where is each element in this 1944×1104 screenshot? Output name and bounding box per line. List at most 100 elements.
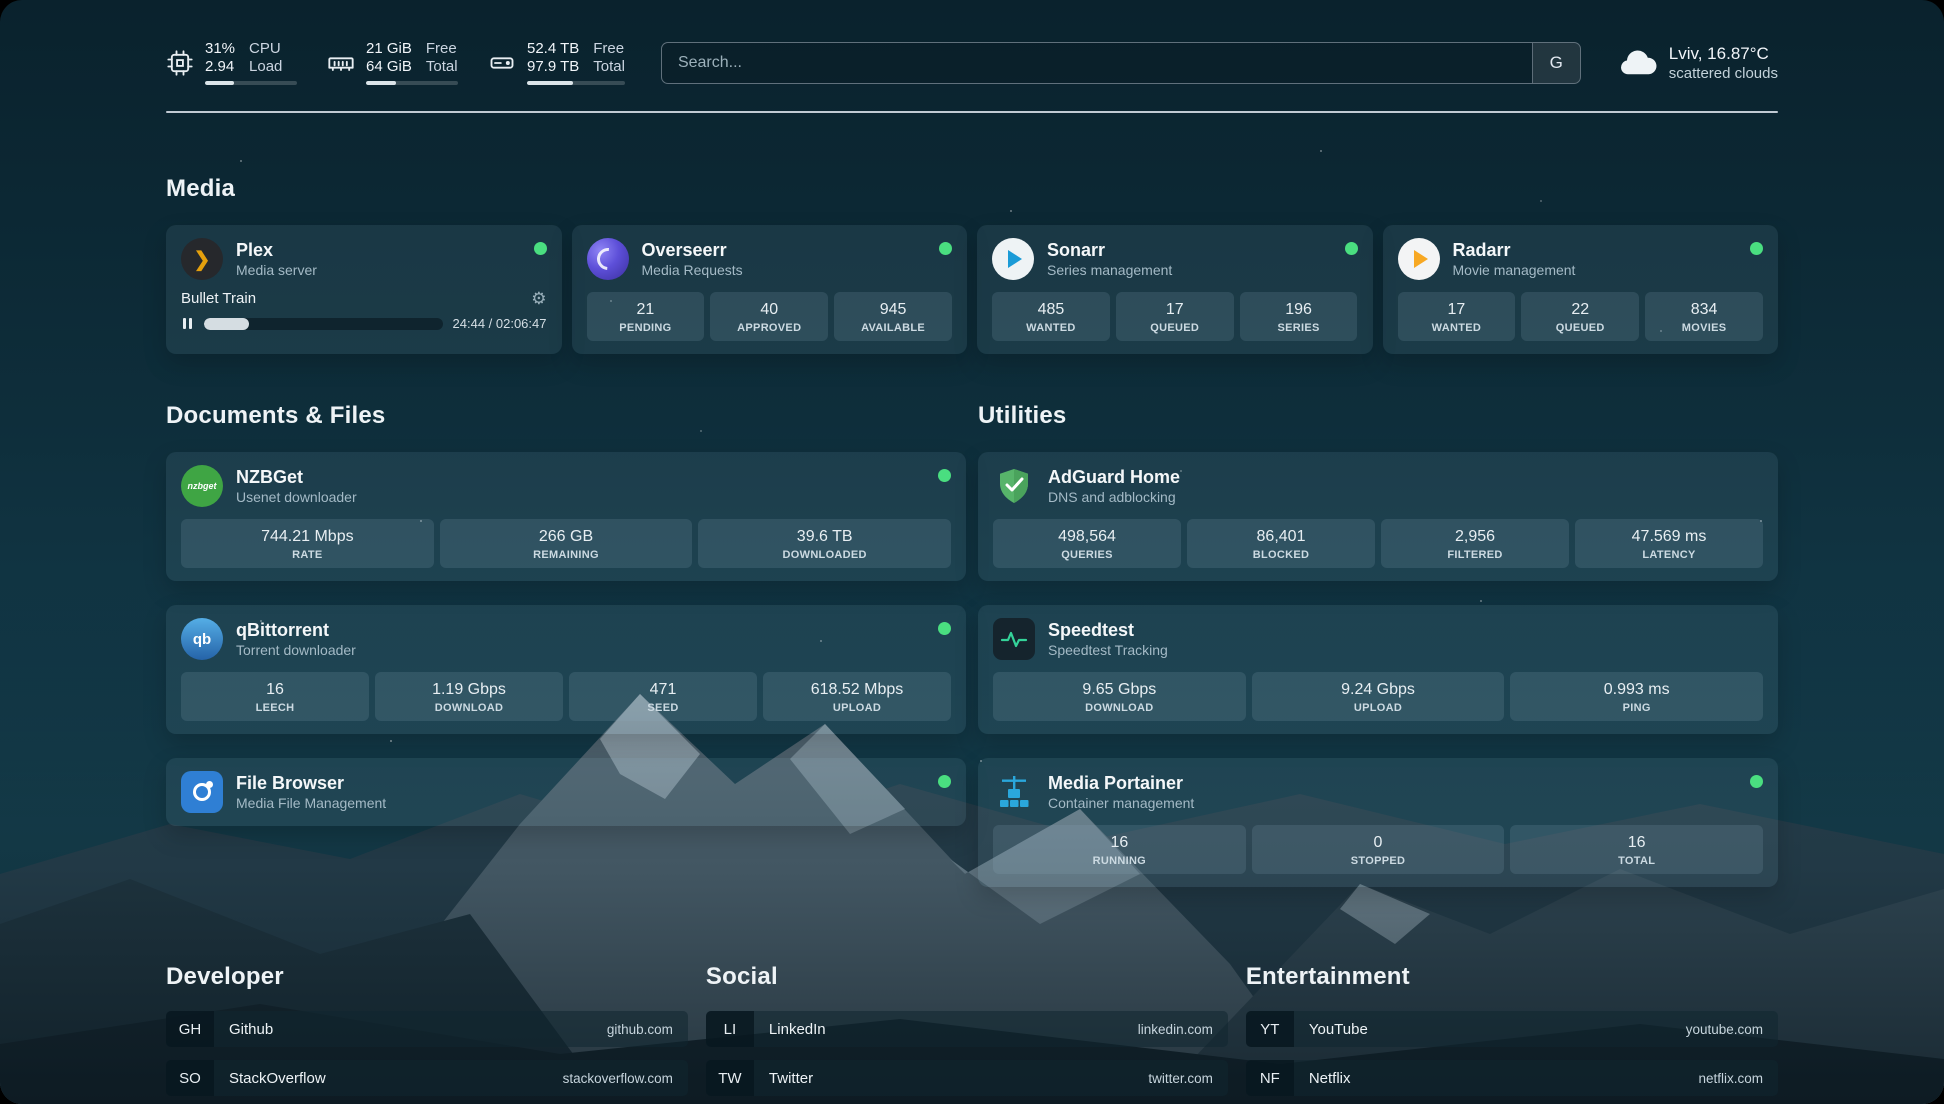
stat-tile: 834 MOVIES — [1645, 292, 1763, 341]
disk-widget: 52.4 TB 97.9 TB Free Total — [488, 40, 625, 85]
stat-label: QUERIES — [997, 549, 1177, 561]
search-provider-button[interactable]: G — [1532, 43, 1580, 83]
cpu-icon — [166, 49, 194, 77]
stat-value: 17 — [1120, 300, 1230, 320]
stat-value: 0.993 ms — [1514, 680, 1759, 700]
app-name: Speedtest — [1048, 619, 1168, 641]
stat-tile: 471 SEED — [569, 672, 757, 721]
memory-label-bottom: Total — [426, 58, 458, 76]
section-title-entertainment: Entertainment — [1246, 963, 1778, 991]
stat-tile: 39.6 TB DOWNLOADED — [698, 519, 951, 568]
stat-value: 16 — [997, 833, 1242, 853]
memory-progress-bar — [366, 81, 458, 85]
stat-tile: 21 PENDING — [587, 292, 705, 341]
disk-label-bottom: Total — [593, 58, 625, 76]
stat-label: LEECH — [185, 702, 365, 714]
status-dot-online — [1750, 242, 1763, 255]
app-name: Sonarr — [1047, 239, 1172, 261]
stat-value: 40 — [714, 300, 824, 320]
app-description: Usenet downloader — [236, 488, 357, 506]
bookmark-abbr: YT — [1246, 1011, 1294, 1047]
gear-icon[interactable]: ⚙ — [531, 290, 546, 307]
status-dot-online — [1750, 775, 1763, 788]
stat-label: SERIES — [1244, 322, 1354, 334]
stat-label: REMAINING — [444, 549, 689, 561]
bookmark-url: stackoverflow.com — [563, 1071, 673, 1086]
status-dot-online — [938, 775, 951, 788]
stat-label: SEED — [573, 702, 753, 714]
header-divider — [166, 111, 1778, 113]
stat-label: PENDING — [591, 322, 701, 334]
nzbget-icon: nzbget — [181, 465, 223, 507]
app-card-portainer[interactable]: Media Portainer Container management 16 … — [978, 758, 1778, 887]
app-card-speedtest[interactable]: Speedtest Speedtest Tracking 9.65 Gbps D… — [978, 605, 1778, 734]
app-card-radarr[interactable]: Radarr Movie management 17 WANTED 22 QUE… — [1383, 225, 1779, 354]
memory-label-top: Free — [426, 40, 458, 58]
stat-value: 2,956 — [1385, 527, 1565, 547]
playback-progress-bar — [204, 318, 443, 330]
app-name: File Browser — [236, 772, 386, 794]
stat-label: WANTED — [1402, 322, 1512, 334]
status-dot-online — [1345, 242, 1358, 255]
weather-location-temp: Lviv, 16.87°C — [1669, 43, 1778, 64]
stat-label: AVAILABLE — [838, 322, 948, 334]
app-card-adguard[interactable]: AdGuard Home DNS and adblocking 498,564 … — [978, 452, 1778, 581]
stat-value: 485 — [996, 300, 1106, 320]
bookmark-netflix[interactable]: NF Netflix netflix.com — [1246, 1060, 1778, 1096]
documents-column: Documents & Files nzbget NZBGet Usenet d… — [166, 402, 966, 887]
stat-value: 498,564 — [997, 527, 1177, 547]
memory-total-value: 64 GiB — [366, 58, 412, 76]
bookmark-url: netflix.com — [1698, 1071, 1763, 1086]
dashboard-page: 31% 2.94 CPU Load — [0, 0, 1944, 1104]
app-card-qbittorrent[interactable]: qb qBittorrent Torrent downloader 16 LEE… — [166, 605, 966, 734]
app-card-nzbget[interactable]: nzbget NZBGet Usenet downloader 744.21 M… — [166, 452, 966, 581]
stat-tile: 9.65 Gbps DOWNLOAD — [993, 672, 1246, 721]
app-card-plex[interactable]: ❯ Plex Media server Bullet Train ⚙ 24:44… — [166, 225, 562, 354]
app-description: Speedtest Tracking — [1048, 641, 1168, 659]
stat-value: 1.19 Gbps — [379, 680, 559, 700]
app-description: DNS and adblocking — [1048, 488, 1180, 506]
stat-value: 21 — [591, 300, 701, 320]
stat-value: 744.21 Mbps — [185, 527, 430, 547]
stat-tile: 16 LEECH — [181, 672, 369, 721]
bookmark-group-social: Social LI LinkedIn linkedin.com TW Twitt… — [706, 963, 1228, 1104]
pause-button[interactable] — [181, 316, 194, 331]
bookmark-name: LinkedIn — [769, 1021, 826, 1038]
stat-value: 16 — [185, 680, 365, 700]
stat-tile: 16 RUNNING — [993, 825, 1246, 874]
bookmark-stackoverflow[interactable]: SO StackOverflow stackoverflow.com — [166, 1060, 688, 1096]
bookmark-twitter[interactable]: TW Twitter twitter.com — [706, 1060, 1228, 1096]
cpu-label-top: CPU — [249, 40, 282, 58]
stat-value: 9.24 Gbps — [1256, 680, 1501, 700]
app-description: Container management — [1048, 794, 1194, 812]
stat-tile: 0.993 ms PING — [1510, 672, 1763, 721]
stat-tile: 266 GB REMAINING — [440, 519, 693, 568]
search-input[interactable] — [662, 43, 1532, 83]
app-name: Radarr — [1453, 239, 1576, 261]
app-name: AdGuard Home — [1048, 466, 1180, 488]
app-card-filebrowser[interactable]: File Browser Media File Management — [166, 758, 966, 826]
stat-value: 945 — [838, 300, 948, 320]
stat-tile: 618.52 Mbps UPLOAD — [763, 672, 951, 721]
app-card-sonarr[interactable]: Sonarr Series management 485 WANTED 17 Q… — [977, 225, 1373, 354]
app-description: Media File Management — [236, 794, 386, 812]
stat-label: MOVIES — [1649, 322, 1759, 334]
stat-label: QUEUED — [1525, 322, 1635, 334]
stat-label: APPROVED — [714, 322, 824, 334]
stat-label: QUEUED — [1120, 322, 1230, 334]
stat-value: 196 — [1244, 300, 1354, 320]
stat-label: STOPPED — [1256, 855, 1501, 867]
stat-label: RUNNING — [997, 855, 1242, 867]
section-title-developer: Developer — [166, 963, 688, 991]
bookmark-youtube[interactable]: YT YouTube youtube.com — [1246, 1011, 1778, 1047]
section-title-documents: Documents & Files — [166, 402, 966, 430]
cpu-load-value: 2.94 — [205, 58, 235, 76]
disk-progress-bar — [527, 81, 625, 85]
now-playing-title: Bullet Train — [181, 290, 256, 307]
bookmark-linkedin[interactable]: LI LinkedIn linkedin.com — [706, 1011, 1228, 1047]
bookmark-abbr: TW — [706, 1060, 754, 1096]
app-name: Media Portainer — [1048, 772, 1194, 794]
bookmark-github[interactable]: GH Github github.com — [166, 1011, 688, 1047]
app-card-overseerr[interactable]: Overseerr Media Requests 21 PENDING 40 A… — [572, 225, 968, 354]
stat-tile: 17 WANTED — [1398, 292, 1516, 341]
